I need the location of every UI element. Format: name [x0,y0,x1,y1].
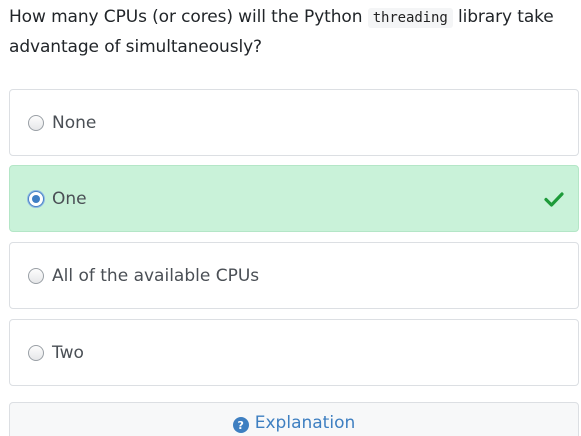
radio-button[interactable] [28,344,44,361]
radio-button[interactable] [28,114,44,131]
option-label: Two [52,342,84,363]
option-label: None [52,112,97,133]
quiz-card: How many CPUs (or cores) will the Python… [0,0,581,436]
question-circle-icon: ? [232,417,249,433]
question-code: threading [367,8,453,28]
option-two[interactable]: Two [9,319,579,386]
option-one[interactable]: One [9,165,579,232]
option-label: All of the available CPUs [52,265,260,286]
option-none[interactable]: None [9,89,579,156]
question-text-before: How many CPUs (or cores) will the Python [9,7,368,27]
explanation-label: Explanation [254,413,356,433]
explanation-button[interactable]: ? Explanation [9,402,579,436]
option-all-cpus[interactable]: All of the available CPUs [9,242,579,309]
check-icon [544,191,564,207]
radio-button[interactable] [28,267,44,284]
question-text: How many CPUs (or cores) will the Python… [9,3,574,62]
radio-button-selected[interactable] [28,190,44,207]
option-label: One [52,188,87,209]
